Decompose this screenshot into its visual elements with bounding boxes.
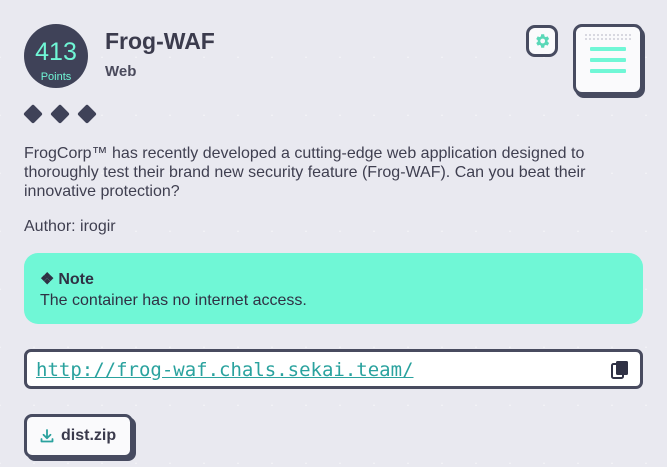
difficulty-diamond [23, 104, 43, 124]
attachment-label: dist.zip [61, 427, 117, 444]
download-icon [40, 429, 54, 443]
challenge-category: Web [105, 63, 137, 80]
difficulty-indicator [23, 104, 97, 124]
connection-url-box: http://frog-waf.chals.sekai.team/ [24, 349, 643, 389]
connection-url-link[interactable]: http://frog-waf.chals.sekai.team/ [36, 359, 414, 381]
points-value: 413 [35, 38, 77, 66]
note-symbol-icon: ❖ [40, 271, 55, 288]
challenge-description: FrogCorp™ has recently developed a cutti… [24, 145, 586, 200]
note-header: ❖ Note [40, 271, 627, 288]
difficulty-diamond [50, 104, 70, 124]
download-attachment-button[interactable]: dist.zip [24, 414, 133, 458]
settings-button[interactable] [526, 25, 558, 57]
challenge-title: Frog-WAF [105, 28, 215, 54]
difficulty-diamond [77, 104, 97, 124]
menu-button[interactable] [573, 24, 643, 95]
gear-icon [536, 34, 550, 48]
menu-button-texture [584, 33, 632, 41]
challenge-author: Author: irogir [24, 218, 116, 235]
note-text: The container has no internet access. [40, 292, 307, 309]
points-label: Points [40, 71, 72, 83]
note-callout: ❖ Note The container has no internet acce… [24, 253, 643, 324]
copy-button[interactable] [611, 360, 629, 385]
copy-icon [611, 361, 628, 379]
points-badge: 413 Points [24, 24, 88, 88]
note-title: Note [58, 271, 94, 288]
